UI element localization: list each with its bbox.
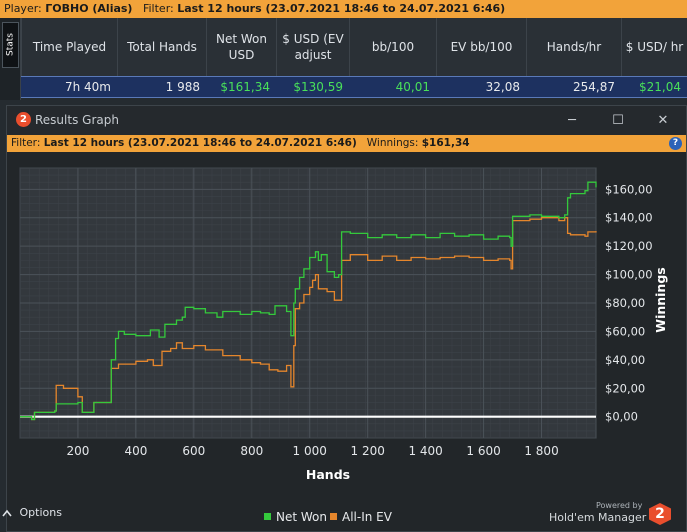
powered-by-text: Powered by [596,501,643,510]
x-tick-label: 1 200 [351,444,385,458]
y-axis-label: Winnings [653,267,668,332]
y-tick-label: $60,00 [605,324,645,338]
legend-label: Net Won [276,510,327,524]
results-chart: 200 400 600 800 1 000 1 200 1 400 1 600 1 800 $0,… [19,167,668,482]
x-tick-label: 1 800 [524,444,558,458]
y-tick-label: $100,00 [605,268,653,282]
x-tick-label: 600 [182,444,205,458]
x-tick-label: 800 [240,444,263,458]
legend-item-net-won[interactable]: Net Won [264,510,327,524]
x-tick-label: 1 400 [408,444,442,458]
x-tick-label: 200 [66,444,89,458]
legend-swatch [264,513,271,520]
y-tick-label: $120,00 [605,239,653,253]
x-axis-label: Hands [306,467,350,482]
legend-swatch [330,513,337,520]
brand-name: Hold'em Manager [549,511,647,524]
y-tick-label: $140,00 [605,211,653,225]
y-tick-label: $80,00 [605,296,645,310]
x-tick-label: 1 000 [293,444,327,458]
y-tick-label: $160,00 [605,182,653,196]
y-tick-label: $20,00 [605,381,645,395]
options-button[interactable]: Options [2,506,62,519]
y-tick-label: $0,00 [605,410,638,424]
options-label: Options [19,506,62,519]
y-tick-label: $40,00 [605,353,645,367]
x-tick-label: 400 [124,444,147,458]
chevron-up-icon [2,506,20,519]
legend-label: All-In EV [342,510,392,524]
x-tick-label: 1 600 [466,444,500,458]
legend-item-allin-ev[interactable]: All-In EV [330,510,392,524]
